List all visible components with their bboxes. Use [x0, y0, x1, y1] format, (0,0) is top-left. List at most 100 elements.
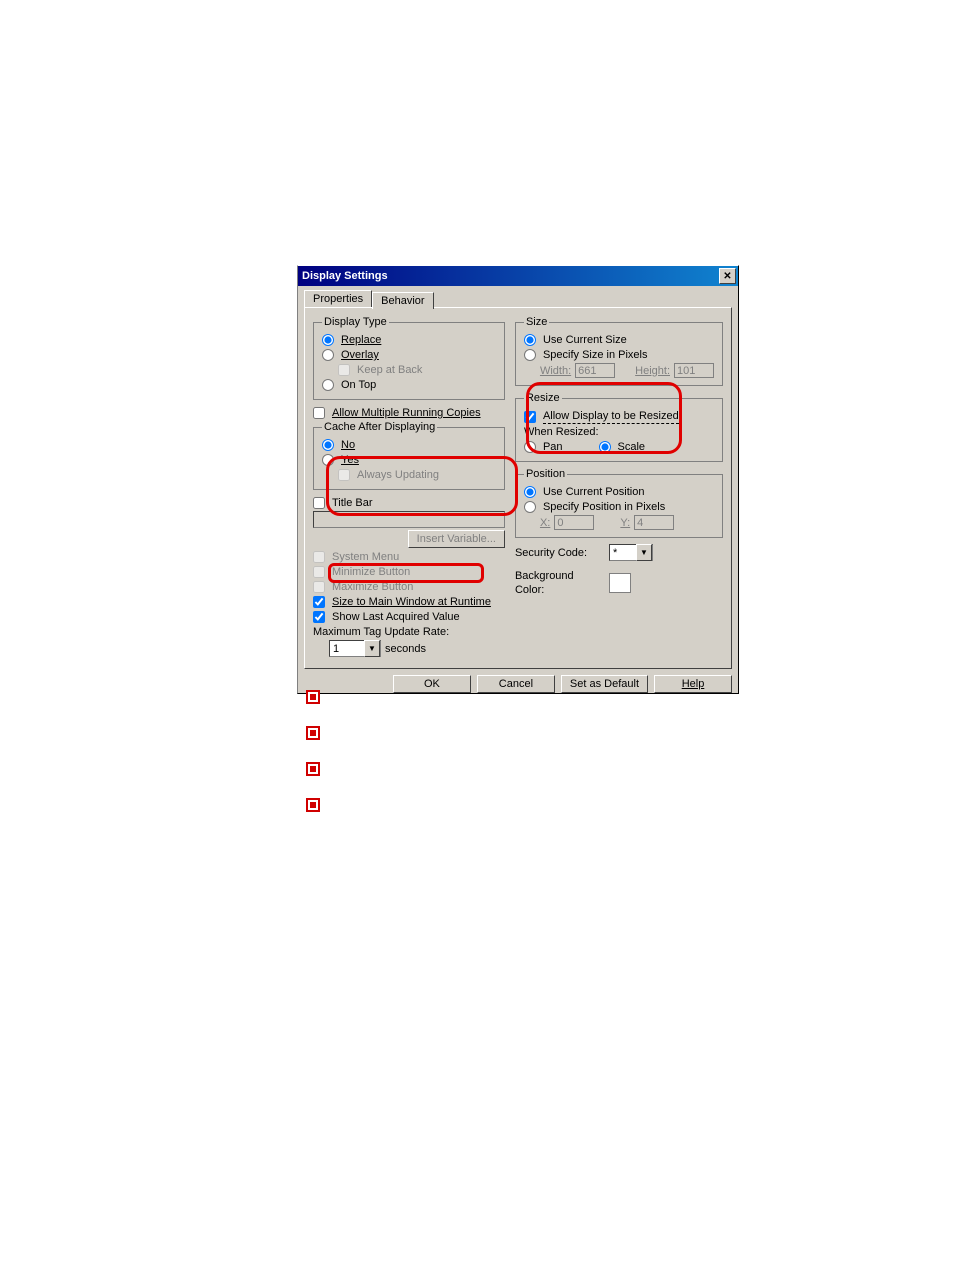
display-settings-dialog: Display Settings ✕ Properties Behavior D…: [297, 265, 739, 694]
y-label: Y:: [620, 516, 630, 530]
ok-label: OK: [424, 678, 440, 690]
tag-update-rate-value: 1: [333, 642, 339, 656]
dropdown-arrow-icon: ▼: [364, 640, 380, 657]
position-group: Position Use Current Position Specify Po…: [515, 468, 723, 538]
check-show-last-acquired[interactable]: [313, 611, 325, 623]
left-column: Display Type Replace Overlay Keep at Bac…: [313, 316, 505, 658]
radio-pan-label: Pan: [543, 440, 563, 454]
check-system-menu: [313, 551, 325, 563]
radio-cache-yes[interactable]: [322, 454, 334, 466]
max-tag-update-label: Maximum Tag Update Rate:: [313, 625, 505, 639]
check-allow-resize-label: Allow Display to be Resized: [543, 409, 679, 424]
bullet-icon: [306, 762, 320, 776]
insert-variable-button: Insert Variable...: [408, 530, 505, 548]
background-color-swatch[interactable]: [609, 573, 631, 593]
x-input: [554, 515, 594, 530]
check-keep-at-back: [338, 364, 350, 376]
y-input: [634, 515, 674, 530]
width-input: [575, 363, 615, 378]
close-icon: ✕: [723, 271, 731, 282]
right-column: Size Use Current Size Specify Size in Pi…: [515, 316, 723, 658]
bullet-icon: [306, 798, 320, 812]
radio-use-current-size[interactable]: [524, 334, 536, 346]
check-maximize: [313, 581, 325, 593]
radio-on-top-label: On Top: [341, 378, 376, 392]
check-allow-multiple-label: Allow Multiple Running Copies: [332, 406, 481, 420]
dialog-title: Display Settings: [302, 270, 388, 282]
height-input: [674, 363, 714, 378]
cache-group: Cache After Displaying No Yes Always Upd…: [313, 421, 505, 490]
cache-legend: Cache After Displaying: [322, 421, 437, 433]
tab-properties-label: Properties: [313, 293, 363, 305]
radio-overlay-label: Overlay: [341, 348, 379, 362]
resize-legend: Resize: [524, 392, 562, 404]
check-system-menu-label: System Menu: [332, 550, 399, 564]
size-legend: Size: [524, 316, 549, 328]
check-maximize-label: Maximize Button: [332, 580, 413, 594]
radio-replace-label: Replace: [341, 333, 381, 347]
check-minimize: [313, 566, 325, 578]
properties-panel: Display Type Replace Overlay Keep at Bac…: [304, 307, 732, 669]
radio-use-current-position-label: Use Current Position: [543, 485, 645, 499]
cancel-button[interactable]: Cancel: [477, 675, 555, 693]
dialog-titlebar: Display Settings ✕: [298, 266, 738, 286]
radio-scale[interactable]: [599, 441, 611, 453]
background-color-label: Background Color:: [515, 569, 605, 597]
radio-replace[interactable]: [322, 334, 334, 346]
security-code-value: *: [613, 546, 617, 560]
red-bullets: [306, 690, 320, 834]
check-keep-at-back-label: Keep at Back: [357, 363, 422, 377]
check-title-bar-label: Title Bar: [332, 496, 373, 510]
set-default-button[interactable]: Set as Default: [561, 675, 648, 693]
radio-scale-label: Scale: [618, 440, 646, 454]
bullet-icon: [306, 690, 320, 704]
when-resized-label: When Resized:: [524, 425, 714, 439]
radio-cache-no[interactable]: [322, 439, 334, 451]
tag-update-rate-select[interactable]: 1 ▼: [329, 640, 381, 657]
radio-specify-size-label: Specify Size in Pixels: [543, 348, 648, 362]
radio-use-current-position[interactable]: [524, 486, 536, 498]
bullet-icon: [306, 726, 320, 740]
security-code-label: Security Code:: [515, 546, 605, 560]
set-default-label: Set as Default: [570, 678, 639, 690]
radio-on-top[interactable]: [322, 379, 334, 391]
tag-update-rate-unit: seconds: [385, 642, 426, 656]
tab-behavior-label: Behavior: [381, 295, 424, 307]
close-button[interactable]: ✕: [719, 268, 736, 284]
title-bar-input: [313, 511, 505, 528]
titlebar-section: Title Bar Insert Variable...: [313, 496, 505, 548]
position-legend: Position: [524, 468, 567, 480]
width-label: Width:: [540, 364, 571, 378]
display-type-legend: Display Type: [322, 316, 389, 328]
help-button[interactable]: Help: [654, 675, 732, 693]
tab-behavior[interactable]: Behavior: [372, 292, 433, 309]
security-code-select[interactable]: * ▼: [609, 544, 653, 561]
display-type-group: Display Type Replace Overlay Keep at Bac…: [313, 316, 505, 400]
check-size-to-main-label: Size to Main Window at Runtime: [332, 595, 491, 609]
radio-specify-position-label: Specify Position in Pixels: [543, 500, 665, 514]
size-group: Size Use Current Size Specify Size in Pi…: [515, 316, 723, 386]
height-label: Height:: [635, 364, 670, 378]
check-title-bar[interactable]: [313, 497, 325, 509]
check-size-to-main[interactable]: [313, 596, 325, 608]
radio-cache-yes-label: Yes: [341, 453, 359, 467]
check-always-updating-label: Always Updating: [357, 468, 439, 482]
radio-use-current-size-label: Use Current Size: [543, 333, 627, 347]
radio-specify-size[interactable]: [524, 349, 536, 361]
radio-overlay[interactable]: [322, 349, 334, 361]
check-allow-multiple[interactable]: [313, 407, 325, 419]
help-label: Help: [682, 678, 705, 690]
cancel-label: Cancel: [499, 678, 533, 690]
check-allow-resize[interactable]: [524, 411, 536, 423]
resize-group: Resize Allow Display to be Resized When …: [515, 392, 723, 462]
ok-button[interactable]: OK: [393, 675, 471, 693]
x-label: X:: [540, 516, 550, 530]
radio-specify-position[interactable]: [524, 501, 536, 513]
check-show-last-acquired-label: Show Last Acquired Value: [332, 610, 460, 624]
tab-properties[interactable]: Properties: [304, 290, 372, 307]
radio-cache-no-label: No: [341, 438, 355, 452]
insert-variable-label: Insert Variable...: [417, 533, 496, 545]
tabstrip: Properties Behavior: [304, 290, 732, 307]
dropdown-arrow-icon: ▼: [636, 544, 652, 561]
radio-pan[interactable]: [524, 441, 536, 453]
